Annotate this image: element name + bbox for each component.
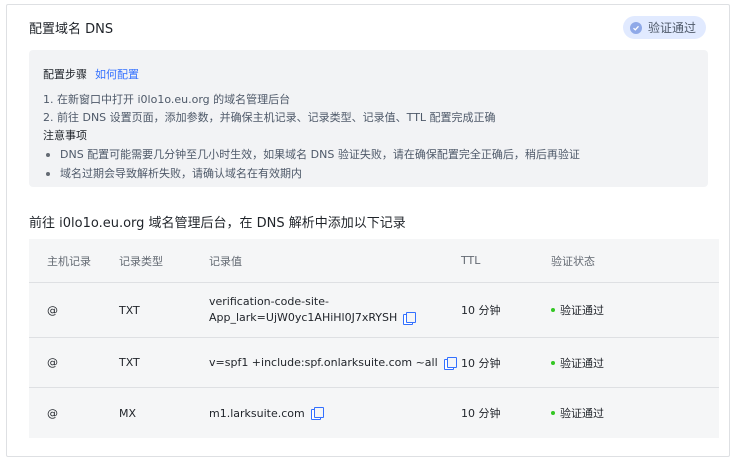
value-text-line1: verification-code-site- [209, 295, 329, 308]
dns-records-table: 主机记录 记录类型 记录值 TTL 验证状态 @ TXT verificatio… [29, 239, 719, 438]
cell-value: verification-code-site- App_lark=UjW0yc1… [209, 294, 417, 326]
status-text: 验证通过 [560, 356, 604, 370]
cell-value: v=spf1 +include:spf.onlarksuite.com ~all [209, 356, 457, 370]
table-row: @ MX m1.larksuite.com 10 分钟 验证通过 [29, 388, 719, 438]
header-status: 验证状态 [551, 254, 595, 268]
status-dot-icon [551, 411, 555, 415]
status-text: 验证通过 [560, 304, 604, 317]
cell-ttl: 10 分钟 [461, 304, 501, 317]
cell-host: @ [47, 406, 58, 420]
cell-value: m1.larksuite.com [209, 406, 324, 420]
cell-status: 验证通过 [551, 405, 604, 421]
value-text: m1.larksuite.com [209, 406, 305, 420]
copy-icon[interactable] [443, 356, 457, 370]
cell-type: TXT [119, 356, 140, 369]
cell-ttl: 10 分钟 [461, 356, 501, 370]
check-circle-icon [629, 21, 642, 34]
copy-icon[interactable] [403, 312, 417, 325]
config-steps-panel: 配置步骤 如何配置 1. 在新窗口中打开 i0lo1o.eu.org 的域名管理… [29, 50, 708, 187]
bullet-dot [46, 152, 50, 157]
status-dot-icon [551, 308, 555, 312]
cell-status: 验证通过 [551, 355, 604, 371]
cell-status: 验证通过 [551, 302, 604, 318]
records-section-title: 前往 i0lo1o.eu.org 域名管理后台，在 DNS 解析中添加以下记录 [29, 216, 406, 231]
cell-type: MX [119, 406, 137, 420]
header-value: 记录值 [209, 254, 242, 268]
copy-icon[interactable] [310, 407, 324, 420]
status-tag-label: 验证通过 [647, 21, 696, 35]
table-row: @ TXT verification-code-site- App_lark=U… [29, 283, 719, 338]
note-text-2: 域名过期会导致解析失败，请确认域名在有效期内 [60, 167, 302, 180]
note-item-2: 域名过期会导致解析失败，请确认域名在有效期内 [43, 164, 694, 183]
dns-config-card: 配置域名 DNS 验证通过 配置步骤 如何配置 1. 在新窗口中打开 i0lo1… [6, 4, 730, 457]
table-header-row: 主机记录 记录类型 记录值 TTL 验证状态 [29, 239, 719, 283]
step-item-2: 2. 前往 DNS 设置页面，添加参数，并确保主机记录、记录类型、记录值、TTL… [43, 111, 496, 124]
note-text-1: DNS 配置可能需要几分钟至几小时生效，如果域名 DNS 验证失败，请在确保配置… [60, 148, 580, 161]
table-row: @ TXT v=spf1 +include:spf.onlarksuite.co… [29, 338, 719, 388]
steps-label: 配置步骤 [43, 68, 87, 81]
value-text-line2: App_lark=UjW0yc1AHiHl0J7xRYSH [209, 311, 398, 324]
header-ttl: TTL [461, 254, 481, 267]
how-to-configure-link[interactable]: 如何配置 [95, 66, 139, 82]
status-dot-icon [551, 360, 555, 365]
bullet-dot [46, 171, 50, 176]
status-text: 验证通过 [560, 407, 604, 420]
header-host: 主机记录 [47, 254, 91, 268]
note-item-1: DNS 配置可能需要几分钟至几小时生效，如果域名 DNS 验证失败，请在确保配置… [43, 145, 694, 164]
header-type: 记录类型 [119, 254, 163, 268]
cell-ttl: 10 分钟 [461, 407, 501, 420]
notes-label: 注意事项 [43, 129, 87, 142]
value-text: v=spf1 +include:spf.onlarksuite.com ~all [209, 356, 438, 369]
cell-host: @ [47, 303, 58, 317]
cell-host: @ [47, 356, 58, 369]
cell-type: TXT [119, 303, 140, 317]
verification-status-tag: 验证通过 [622, 16, 706, 39]
step-item-1: 1. 在新窗口中打开 i0lo1o.eu.org 的域名管理后台 [43, 93, 291, 106]
card-title: 配置域名 DNS [29, 22, 114, 37]
